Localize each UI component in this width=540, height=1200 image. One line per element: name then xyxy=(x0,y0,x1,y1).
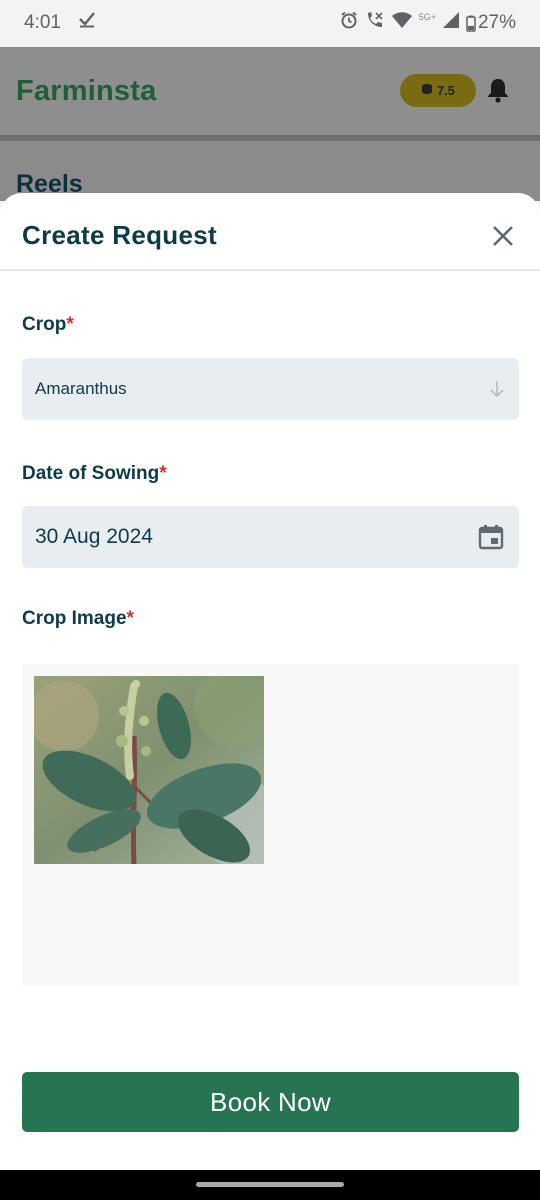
crop-label-text: Crop xyxy=(22,314,67,335)
app-logo: Farminsta xyxy=(16,75,157,107)
battery-percent: 27% xyxy=(477,12,516,33)
crop-image-label: Crop Image* xyxy=(22,608,134,630)
status-icons: 5G+ 27% xyxy=(340,11,516,35)
status-time: 4:01 xyxy=(24,12,61,33)
sowing-date-label: Date of Sowing* xyxy=(22,463,167,485)
crop-select-value: Amaranthus xyxy=(35,379,127,398)
home-gesture-handle[interactable] xyxy=(196,1182,344,1187)
sowing-date-field[interactable]: 30 Aug 2024 xyxy=(22,506,519,568)
coin-badge[interactable]: 7.5 xyxy=(400,74,476,107)
sowing-date-label-text: Date of Sowing xyxy=(22,463,160,484)
wifi-icon xyxy=(391,12,412,34)
sowing-date-value: 30 Aug 2024 xyxy=(35,525,153,548)
status-bar: 4:01 5G+ 27% xyxy=(0,0,540,47)
required-mark: * xyxy=(159,463,167,484)
wifi-call-icon xyxy=(365,11,385,35)
crop-image-upload-area[interactable] xyxy=(22,664,519,986)
crop-label: Crop* xyxy=(22,314,74,336)
app-header: Farminsta 7.5 xyxy=(0,47,540,135)
signal-icon xyxy=(442,12,459,34)
check-icon xyxy=(78,10,96,34)
alarm-icon xyxy=(340,11,358,35)
crop-select[interactable]: Amaranthus xyxy=(22,358,519,420)
crop-image-label-text: Crop Image xyxy=(22,608,127,629)
book-now-button[interactable]: Book Now xyxy=(22,1072,519,1132)
arrow-down-icon xyxy=(487,378,507,400)
navigation-bar xyxy=(0,1170,540,1200)
required-mark: * xyxy=(66,314,74,335)
crop-photo[interactable] xyxy=(34,676,264,864)
calendar-icon[interactable] xyxy=(477,523,505,551)
required-mark: * xyxy=(126,608,134,629)
coin-count: 7.5 xyxy=(436,83,456,98)
sheet-divider xyxy=(0,269,540,271)
network-type: 5G+ xyxy=(418,12,436,22)
sheet-title: Create Request xyxy=(22,220,217,250)
create-request-sheet: Create Request Crop* Amaranthus Date of … xyxy=(0,193,540,1170)
battery-icon: 27% xyxy=(466,12,516,34)
notification-bell-icon[interactable] xyxy=(484,76,512,104)
coins-icon xyxy=(421,83,433,98)
close-icon[interactable] xyxy=(489,222,517,250)
